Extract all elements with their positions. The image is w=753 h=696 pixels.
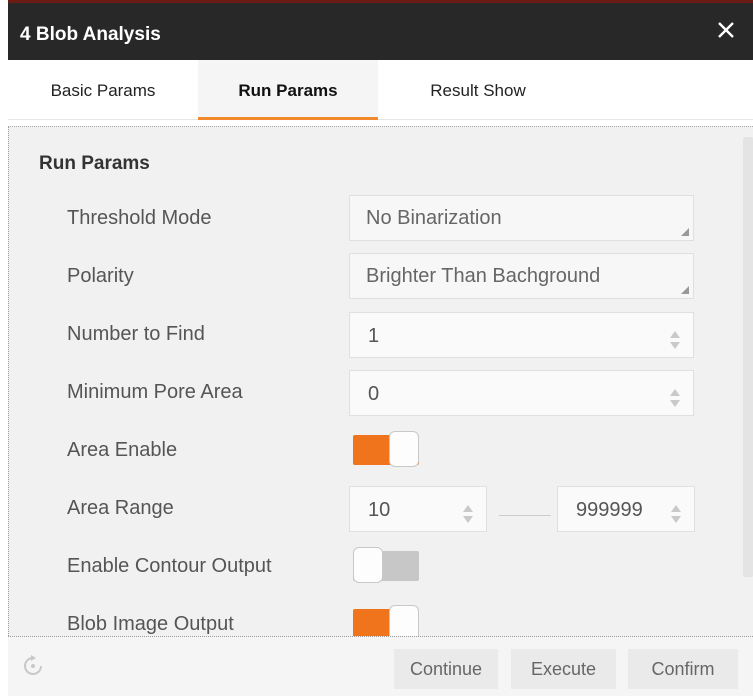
min-pore-area-label: Minimum Pore Area — [67, 381, 243, 403]
spinner-arrows-icon[interactable] — [670, 497, 682, 523]
area-enable-toggle[interactable] — [353, 431, 419, 469]
footer-bar: Continue Execute Confirm — [8, 636, 753, 696]
toggle-knob — [389, 431, 419, 467]
polarity-select[interactable]: Brighter Than Bachground — [349, 253, 694, 299]
blob-image-output-label: Blob Image Output — [67, 613, 234, 635]
area-range-max-stepper[interactable]: 999999 — [557, 486, 695, 532]
params-panel: Run Params Threshold Mode No Binarizatio… — [8, 126, 753, 636]
min-pore-area-stepper[interactable]: 0 — [349, 370, 694, 416]
tab-basic-params[interactable]: Basic Params — [8, 60, 198, 120]
vertical-scrollbar[interactable] — [743, 137, 753, 577]
blob-analysis-dialog: 4 Blob Analysis Basic Params Run Params … — [0, 0, 753, 696]
area-enable-label: Area Enable — [67, 439, 178, 461]
contour-output-label: Enable Contour Output — [67, 555, 272, 577]
toggle-knob — [353, 547, 383, 583]
number-to-find-value: 1 — [368, 325, 380, 347]
blob-image-output-toggle[interactable] — [353, 605, 419, 636]
area-range-min-value: 10 — [368, 499, 391, 521]
toggle-knob — [389, 605, 419, 636]
spinner-arrows-icon[interactable] — [462, 497, 474, 523]
section-title: Run Params — [39, 153, 150, 174]
dropdown-corner-icon — [681, 228, 689, 236]
dropdown-corner-icon — [681, 286, 689, 294]
execute-button[interactable]: Execute — [511, 649, 616, 689]
min-pore-area-value: 0 — [368, 383, 380, 405]
threshold-mode-value: No Binarization — [366, 207, 502, 229]
threshold-mode-label: Threshold Mode — [67, 207, 212, 229]
tab-run-params[interactable]: Run Params — [198, 60, 378, 120]
confirm-button[interactable]: Confirm — [628, 649, 738, 689]
number-to-find-stepper[interactable]: 1 — [349, 312, 694, 358]
close-icon[interactable] — [715, 19, 737, 41]
area-range-min-stepper[interactable]: 10 — [349, 486, 487, 532]
contour-output-toggle[interactable] — [353, 547, 419, 585]
polarity-value: Brighter Than Bachground — [366, 265, 601, 287]
tab-result-show[interactable]: Result Show — [388, 60, 568, 120]
spinner-arrows-icon[interactable] — [669, 323, 681, 349]
area-range-label: Area Range — [67, 497, 174, 519]
range-separator — [499, 515, 551, 516]
refresh-icon[interactable] — [22, 655, 44, 677]
tab-bar: Basic Params Run Params Result Show — [8, 60, 753, 120]
polarity-label: Polarity — [67, 265, 134, 287]
threshold-mode-select[interactable]: No Binarization — [349, 195, 694, 241]
spinner-arrows-icon[interactable] — [669, 381, 681, 407]
number-to-find-label: Number to Find — [67, 323, 205, 345]
continue-button[interactable]: Continue — [394, 649, 498, 689]
title-bar: 4 Blob Analysis — [8, 0, 753, 60]
area-range-max-value: 999999 — [576, 499, 643, 521]
dialog-title: 4 Blob Analysis — [20, 24, 161, 45]
